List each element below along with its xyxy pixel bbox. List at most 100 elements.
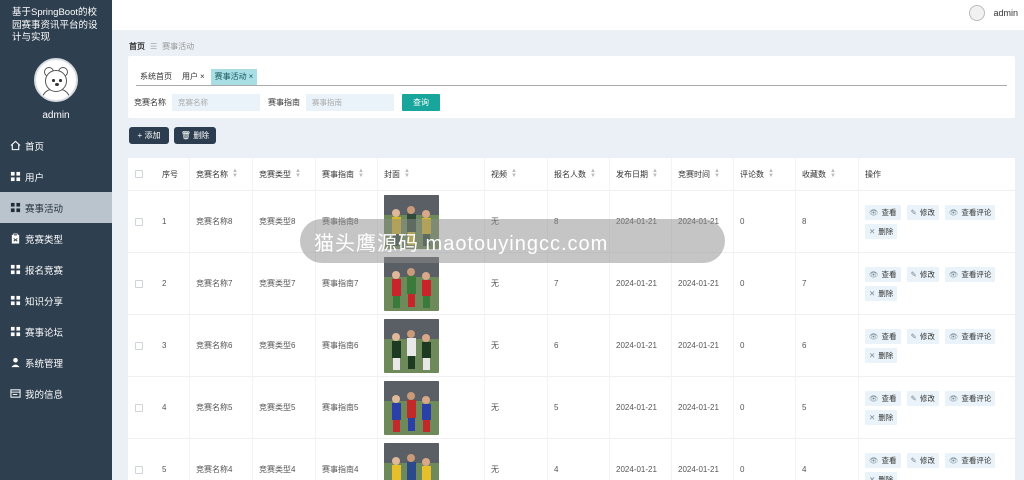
sidebar-item-0[interactable]: 首页 [0, 130, 112, 161]
row-delete-button[interactable]: ✕ 删除 [865, 285, 898, 301]
cell-ops: 👁 查看 ✎ 修改 👁 查看评论 ✕ 删除 [858, 376, 1015, 439]
close-icon: ✕ [869, 412, 876, 422]
person-icon [10, 357, 25, 368]
header-type-label: 竞赛类型 [259, 169, 291, 179]
cover-image[interactable] [384, 380, 439, 435]
view-comment-button[interactable]: 👁 查看评论 [944, 390, 996, 406]
view-button[interactable]: 👁 查看 [865, 204, 901, 220]
cell-match-time: 2024-01-21 [671, 438, 733, 480]
sort-icon[interactable]: ▲ ▼ [295, 168, 301, 179]
header-signup[interactable]: 报名人数 ▲ ▼ [547, 158, 609, 191]
view-comment-button[interactable]: 👁 查看评论 [944, 266, 996, 282]
cover-image[interactable] [384, 318, 439, 373]
sort-icon[interactable]: ▲ ▼ [232, 168, 238, 179]
sidebar-item-4[interactable]: 报名竞赛 [0, 254, 112, 285]
cell-fav-count: 8 [795, 190, 858, 253]
header-name[interactable]: 竞赛名称 ▲ ▼ [189, 158, 252, 191]
watermark-overlay: 猫头鹰源码 maotouyingcc.com [300, 219, 725, 263]
top-avatar[interactable] [969, 5, 986, 21]
row-checkbox[interactable] [135, 403, 143, 412]
cell-signup: 5 [547, 376, 609, 439]
header-cover[interactable]: 封面 ▲ ▼ [377, 158, 484, 191]
delete-button[interactable]: 🗑 删除 [174, 127, 216, 144]
view-button[interactable]: 👁 查看 [865, 452, 901, 468]
header-comment-count[interactable]: 评论数 ▲ ▼ [733, 158, 795, 191]
edit-button[interactable]: ✎ 修改 [906, 328, 939, 344]
guide-search-input[interactable]: 赛事指南 [306, 93, 394, 111]
name-search-input[interactable]: 竞赛名称 [172, 93, 260, 111]
row-delete-button[interactable]: ✕ 删除 [865, 409, 898, 425]
cell-comment-count: 0 [733, 252, 795, 315]
select-all-checkbox[interactable] [135, 170, 143, 178]
tab-label: 赛事活动 [214, 72, 247, 81]
sort-icon[interactable]: ▲ ▼ [358, 168, 364, 179]
eye-icon: 👁 [869, 207, 879, 217]
sort-icon[interactable]: ▲ ▼ [714, 168, 720, 179]
breadcrumb-home[interactable]: 首页 [129, 42, 145, 51]
row-checkbox[interactable] [135, 279, 143, 288]
view-label: 查看 [881, 331, 897, 341]
sidebar-item-label: 赛事活动 [25, 203, 64, 215]
edit-button[interactable]: ✎ 修改 [906, 204, 939, 220]
close-icon: ✕ [869, 288, 876, 298]
row-select [128, 191, 162, 253]
header-fav-count[interactable]: 收藏数 ▲ ▼ [795, 158, 858, 191]
row-delete-button[interactable]: ✕ 删除 [865, 223, 898, 239]
sidebar-item-3[interactable]: 竞赛类型 [0, 223, 112, 254]
row-select [128, 315, 162, 377]
header-pub-date[interactable]: 发布日期 ▲ ▼ [609, 158, 671, 191]
sidebar-item-1[interactable]: 用户 [0, 161, 112, 192]
header-guide[interactable]: 赛事指南 ▲ ▼ [315, 158, 377, 191]
eye-icon: 👁 [869, 393, 879, 403]
view-comment-button[interactable]: 👁 查看评论 [944, 204, 996, 220]
header-select-all [128, 158, 162, 191]
row-delete-button[interactable]: ✕ 删除 [865, 471, 898, 480]
row-checkbox[interactable] [135, 465, 143, 474]
cover-image[interactable] [384, 442, 439, 480]
sidebar-item-8[interactable]: 我的信息 [0, 378, 112, 409]
top-user-menu[interactable]: admin [969, 5, 1018, 21]
sidebar-user-name: admin [42, 110, 70, 121]
row-delete-button[interactable]: ✕ 删除 [865, 347, 898, 363]
close-icon[interactable]: × [249, 72, 254, 81]
search-button[interactable]: 查询 [402, 93, 440, 111]
close-icon: ✕ [869, 350, 876, 360]
top-user-name: admin [993, 8, 1018, 18]
view-button[interactable]: 👁 查看 [865, 390, 901, 406]
sort-icon[interactable]: ▲ ▼ [768, 168, 774, 179]
sort-icon[interactable]: ▲ ▼ [511, 168, 517, 179]
tab-1[interactable]: 用户 × [178, 69, 209, 85]
sidebar-item-6[interactable]: 赛事论坛 [0, 316, 112, 347]
view-button[interactable]: 👁 查看 [865, 266, 901, 282]
sort-icon[interactable]: ▲ ▼ [652, 168, 658, 179]
cell-name: 竞赛名称4 [189, 438, 252, 480]
header-match-time[interactable]: 竞赛时间 ▲ ▼ [671, 158, 733, 191]
view-comment-button[interactable]: 👁 查看评论 [944, 452, 996, 468]
row-checkbox[interactable] [135, 341, 143, 350]
sidebar-item-label: 首页 [25, 141, 45, 153]
add-button[interactable]: + 添加 [129, 127, 169, 144]
sort-icon[interactable]: ▲ ▼ [590, 168, 596, 179]
cover-image[interactable] [384, 256, 439, 311]
sidebar-item-5[interactable]: 知识分享 [0, 285, 112, 316]
edit-button[interactable]: ✎ 修改 [906, 390, 939, 406]
sort-icon[interactable]: ▲ ▼ [830, 168, 836, 179]
sidebar-item-label: 竞赛类型 [25, 234, 64, 246]
close-icon[interactable]: × [200, 72, 205, 81]
eye-icon: 👁 [948, 207, 959, 217]
avatar[interactable] [34, 58, 78, 102]
sort-icon[interactable]: ▲ ▼ [404, 168, 410, 179]
view-comment-button[interactable]: 👁 查看评论 [944, 328, 996, 344]
sidebar-item-2[interactable]: 赛事活动 [0, 192, 112, 223]
row-checkbox[interactable] [135, 217, 143, 226]
edit-label: 修改 [919, 393, 935, 403]
tab-0[interactable]: 系统首页 [136, 69, 176, 85]
header-video[interactable]: 视频 ▲ ▼ [484, 158, 547, 191]
header-type[interactable]: 竞赛类型 ▲ ▼ [252, 158, 315, 191]
edit-button[interactable]: ✎ 修改 [906, 452, 939, 468]
edit-button[interactable]: ✎ 修改 [906, 266, 939, 282]
tab-2[interactable]: 赛事活动 × [210, 69, 258, 85]
sidebar-item-7[interactable]: 系统管理 [0, 347, 112, 378]
row-select [128, 377, 162, 439]
view-button[interactable]: 👁 查看 [865, 328, 901, 344]
